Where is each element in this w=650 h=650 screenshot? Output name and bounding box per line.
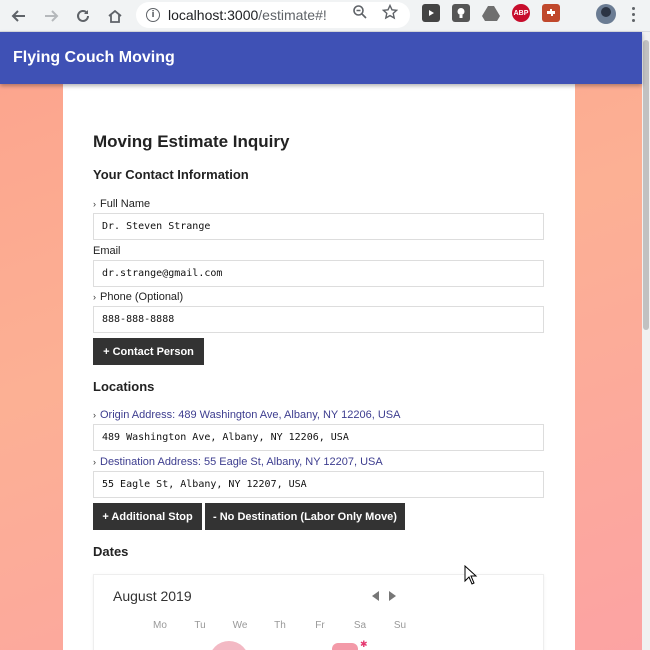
weekday-label: Tu bbox=[194, 620, 206, 631]
bulb-ext-icon[interactable] bbox=[452, 4, 470, 22]
weekday-label: Th bbox=[274, 620, 286, 631]
home-icon[interactable] bbox=[104, 5, 126, 27]
weekday-label: Sa bbox=[353, 620, 367, 631]
extensions: ABP bbox=[422, 4, 560, 22]
omnibox-actions bbox=[352, 3, 399, 25]
bookmark-star-icon[interactable] bbox=[381, 3, 399, 25]
estimate-card: Moving Estimate Inquiry Your Contact Inf… bbox=[63, 84, 575, 650]
chevron-right-icon: › bbox=[93, 410, 96, 420]
weekday-label: Su bbox=[393, 620, 407, 631]
weekday-label: We bbox=[232, 620, 248, 631]
add-stop-button[interactable]: + Additional Stop bbox=[93, 503, 202, 530]
forward-icon[interactable] bbox=[40, 5, 62, 27]
puzzle-ext-icon[interactable] bbox=[542, 4, 560, 22]
calendar-nav bbox=[372, 591, 396, 601]
selected-date-marker[interactable] bbox=[209, 641, 249, 650]
weekday-row: Mo Tu We Th Fr Sa Su bbox=[140, 620, 420, 631]
zoom-icon[interactable] bbox=[352, 4, 368, 25]
profile-avatar[interactable] bbox=[596, 4, 616, 24]
phone-label: › Phone (Optional) bbox=[93, 291, 183, 303]
menu-kebab-icon[interactable] bbox=[632, 7, 636, 22]
page-title: Moving Estimate Inquiry bbox=[93, 132, 290, 151]
calendar-month: August 2019 bbox=[113, 588, 192, 604]
browser-toolbar: i localhost:3000/estimate#! ABP bbox=[0, 0, 650, 32]
chevron-right-icon: › bbox=[93, 457, 96, 467]
weekday-label: Mo bbox=[153, 620, 167, 631]
scrollbar-thumb[interactable] bbox=[643, 40, 649, 330]
next-month-icon[interactable] bbox=[389, 591, 396, 601]
youtube-ext-icon[interactable] bbox=[422, 4, 440, 22]
chevron-right-icon: › bbox=[93, 199, 96, 209]
back-icon[interactable] bbox=[8, 5, 30, 27]
origin-input[interactable]: 489 Washington Ave, Albany, NY 12206, US… bbox=[93, 424, 544, 451]
add-contact-button[interactable]: + Contact Person bbox=[93, 338, 204, 365]
destination-input[interactable]: 55 Eagle St, Albany, NY 12207, USA bbox=[93, 471, 544, 498]
contact-heading: Your Contact Information bbox=[93, 167, 249, 182]
date-calendar: August 2019 Mo Tu We Th Fr Sa Su ✱ bbox=[93, 574, 544, 650]
abp-ext-icon[interactable]: ABP bbox=[512, 4, 530, 22]
info-icon[interactable]: i bbox=[146, 8, 160, 22]
selected-date-pill[interactable] bbox=[332, 643, 358, 650]
prev-month-icon[interactable] bbox=[372, 591, 379, 601]
url-text: localhost:3000/estimate#! bbox=[168, 7, 327, 23]
weekday-label: Fr bbox=[315, 620, 325, 631]
email-label-text: Email bbox=[93, 245, 121, 257]
chevron-right-icon: › bbox=[93, 292, 96, 302]
drive-ext-icon[interactable] bbox=[482, 4, 500, 22]
reload-icon[interactable] bbox=[72, 5, 94, 27]
mouse-cursor-icon bbox=[464, 564, 478, 585]
full-name-label-text: Full Name bbox=[100, 198, 151, 210]
phone-input[interactable]: 888-888-8888 bbox=[93, 306, 544, 333]
locations-heading: Locations bbox=[93, 379, 155, 394]
no-destination-button[interactable]: - No Destination (Labor Only Move) bbox=[205, 503, 405, 530]
origin-label: › Origin Address: 489 Washington Ave, Al… bbox=[93, 409, 400, 421]
email-label: Email bbox=[93, 245, 121, 257]
url-path: /estimate#! bbox=[258, 7, 327, 23]
origin-label-text: Origin Address: 489 Washington Ave, Alba… bbox=[100, 409, 401, 421]
destination-label-text: Destination Address: 55 Eagle St, Albany… bbox=[100, 456, 383, 468]
star-icon: ✱ bbox=[360, 639, 368, 649]
url-host: localhost:3000 bbox=[168, 7, 259, 23]
app-bar: Flying Couch Moving bbox=[0, 32, 642, 84]
app-title[interactable]: Flying Couch Moving bbox=[13, 49, 175, 67]
full-name-input[interactable]: Dr. Steven Strange bbox=[93, 213, 544, 240]
full-name-label: › Full Name bbox=[93, 198, 150, 210]
phone-label-text: Phone (Optional) bbox=[100, 291, 184, 303]
dates-heading: Dates bbox=[93, 544, 129, 559]
email-input[interactable]: dr.strange@gmail.com bbox=[93, 260, 544, 287]
destination-label: › Destination Address: 55 Eagle St, Alba… bbox=[93, 456, 383, 468]
